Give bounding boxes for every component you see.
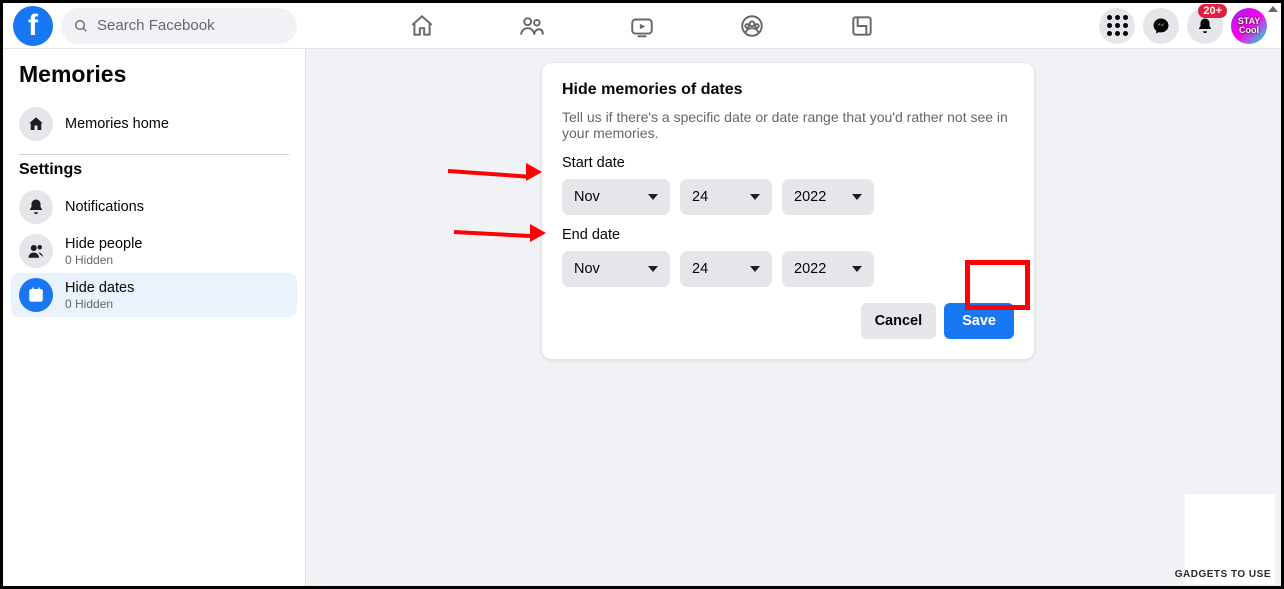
end-day-select[interactable]: 24 [680,251,772,287]
sidebar-item-notifications[interactable]: Notifications [11,185,297,229]
notifications-button[interactable]: 20+ [1187,8,1223,44]
facebook-logo[interactable]: f [13,6,53,46]
people-icon [19,234,53,268]
sidebar-item-hide-people[interactable]: Hide people 0 Hidden [11,229,297,273]
page-title: Memories [19,61,289,88]
messenger-icon [1152,17,1170,35]
sidebar-item-home[interactable]: Memories home [11,102,297,146]
bell-icon [19,190,53,224]
gaming-icon [849,13,875,39]
search-placeholder: Search Facebook [97,17,215,34]
end-date-row: Nov 24 2022 [562,251,1014,287]
nav-gaming[interactable] [842,6,882,46]
end-month-select[interactable]: Nov [562,251,670,287]
start-month-select[interactable]: Nov [562,179,670,215]
sidebar: Memories Memories home Settings Notifica… [3,49,306,586]
right-controls: 20+ STAY Cool [1099,8,1267,44]
chevron-down-icon [648,194,658,200]
notifications-badge: 20+ [1198,4,1227,18]
save-button[interactable]: Save [944,303,1014,339]
start-year-select[interactable]: 2022 [782,179,874,215]
groups-icon [739,13,765,39]
bell-icon [1196,17,1214,35]
scrollbar-up-icon[interactable] [1268,6,1278,12]
start-date-label: Start date [562,155,1014,171]
end-year-select[interactable]: 2022 [782,251,874,287]
calendar-x-icon [19,278,53,312]
nav-watch[interactable] [622,6,662,46]
sidebar-item-label: Hide people [65,236,142,252]
home-icon [409,13,435,39]
chevron-down-icon [750,266,760,272]
sidebar-item-hide-dates[interactable]: Hide dates 0 Hidden [11,273,297,317]
search-input[interactable]: Search Facebook [61,8,297,44]
chevron-down-icon [852,266,862,272]
card-description: Tell us if there's a specific date or da… [562,109,1014,141]
menu-icon [1107,15,1128,36]
menu-button[interactable] [1099,8,1135,44]
hide-dates-card: Hide memories of dates Tell us if there'… [542,63,1034,359]
messenger-button[interactable] [1143,8,1179,44]
watermark: GADGETS TO USE [1175,569,1271,580]
friends-icon [519,13,545,39]
chevron-down-icon [648,266,658,272]
chevron-down-icon [750,194,760,200]
settings-heading: Settings [19,161,289,179]
sidebar-item-label: Hide dates [65,280,134,296]
start-day-select[interactable]: 24 [680,179,772,215]
center-nav [402,6,882,46]
sidebar-item-sub: 0 Hidden [65,297,134,311]
cancel-button[interactable]: Cancel [861,303,937,339]
nav-home[interactable] [402,6,442,46]
avatar[interactable]: STAY Cool [1231,8,1267,44]
watch-icon [629,13,655,39]
card-actions: Cancel Save [562,303,1014,339]
nav-groups[interactable] [732,6,772,46]
home-icon [19,107,53,141]
end-date-label: End date [562,227,1014,243]
sidebar-item-label: Memories home [65,116,169,132]
chevron-down-icon [852,194,862,200]
sidebar-item-label: Notifications [65,199,144,215]
start-date-row: Nov 24 2022 [562,179,1014,215]
search-icon [73,18,89,34]
sidebar-item-sub: 0 Hidden [65,253,142,267]
card-title: Hide memories of dates [562,81,1014,99]
top-bar: f Search Facebook 20+ STAY C [3,3,1281,49]
nav-friends[interactable] [512,6,552,46]
divider [19,154,289,155]
